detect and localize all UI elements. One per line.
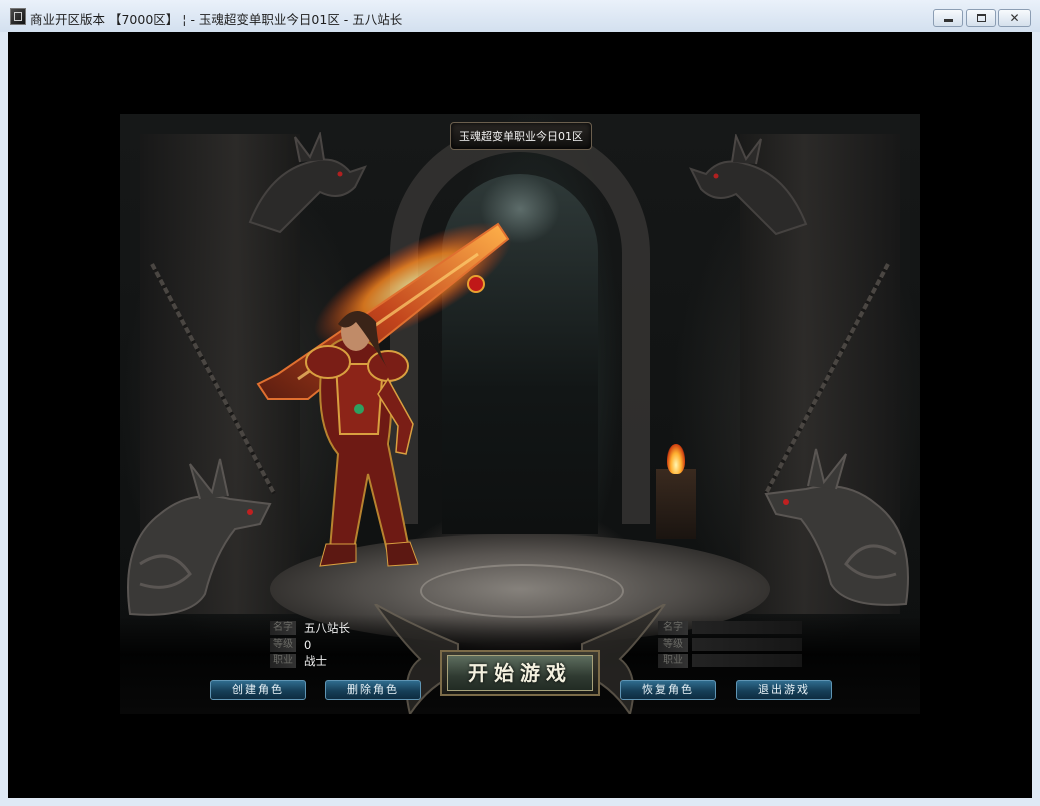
window-frame-bottom — [0, 798, 1040, 806]
exit-game-button[interactable]: 退出游戏 — [736, 680, 832, 700]
info-row-class: 职业 — [658, 654, 808, 669]
info-row-level: 等级 0 — [270, 638, 420, 653]
character-name: 五八站长 — [304, 621, 350, 635]
close-button[interactable]: ✕ — [998, 9, 1031, 27]
class-label: 职业 — [270, 654, 296, 668]
dragon-statue-top-right — [686, 134, 816, 244]
server-title: 玉魂超变单职业今日01区 — [459, 130, 583, 143]
delete-character-button[interactable]: 删除角色 — [325, 680, 421, 700]
name-label: 名字 — [270, 621, 296, 635]
level-label: 等级 — [270, 638, 296, 652]
dragon-statue-bottom-right — [756, 434, 916, 614]
warrior-character[interactable] — [238, 214, 518, 594]
info-row-level: 等级 — [658, 638, 808, 653]
level-label: 等级 — [658, 638, 688, 652]
character-name — [692, 621, 802, 634]
character-class: 战士 — [304, 654, 327, 668]
character-slot-left[interactable]: 名字 五八站长 等级 0 职业 战士 — [270, 621, 420, 671]
game-client-area: 玉魂超变单职业今日01区 名字 五八站长 等级 0 职业 战士 名字 等级 职业… — [8, 32, 1032, 798]
maximize-button[interactable] — [966, 9, 996, 27]
window-title: 商业开区版本 【7000区】 ¦ - 玉魂超变单职业今日01区 - 五八站长 — [30, 12, 403, 27]
brazier-flame — [667, 444, 685, 474]
brazier — [656, 469, 696, 539]
create-character-button[interactable]: 创建角色 — [210, 680, 306, 700]
character-class — [692, 654, 802, 667]
maximize-icon — [977, 14, 986, 22]
character-level: 0 — [304, 638, 312, 652]
class-label: 职业 — [658, 654, 688, 668]
close-icon: ✕ — [1009, 11, 1020, 25]
name-label: 名字 — [658, 621, 688, 635]
character-slot-right[interactable]: 名字 等级 职业 — [658, 621, 808, 671]
title-bar[interactable]: 商业开区版本 【7000区】 ¦ - 玉魂超变单职业今日01区 - 五八站长 ✕ — [0, 0, 1040, 32]
info-row-name: 名字 五八站长 — [270, 621, 420, 636]
window-frame-left — [0, 32, 8, 806]
info-row-class: 职业 战士 — [270, 654, 420, 669]
minimize-button[interactable] — [933, 9, 963, 27]
app-icon[interactable] — [10, 8, 26, 25]
info-row-name: 名字 — [658, 621, 808, 636]
window-frame-right — [1032, 32, 1040, 806]
character-level — [692, 638, 802, 651]
server-name-banner: 玉魂超变单职业今日01区 — [450, 122, 592, 150]
character-select-scene: 玉魂超变单职业今日01区 名字 五八站长 等级 0 职业 战士 名字 等级 职业… — [120, 114, 920, 714]
start-game-button[interactable]: 开始游戏 — [447, 655, 593, 691]
restore-character-button[interactable]: 恢复角色 — [620, 680, 716, 700]
minimize-icon — [944, 19, 953, 22]
